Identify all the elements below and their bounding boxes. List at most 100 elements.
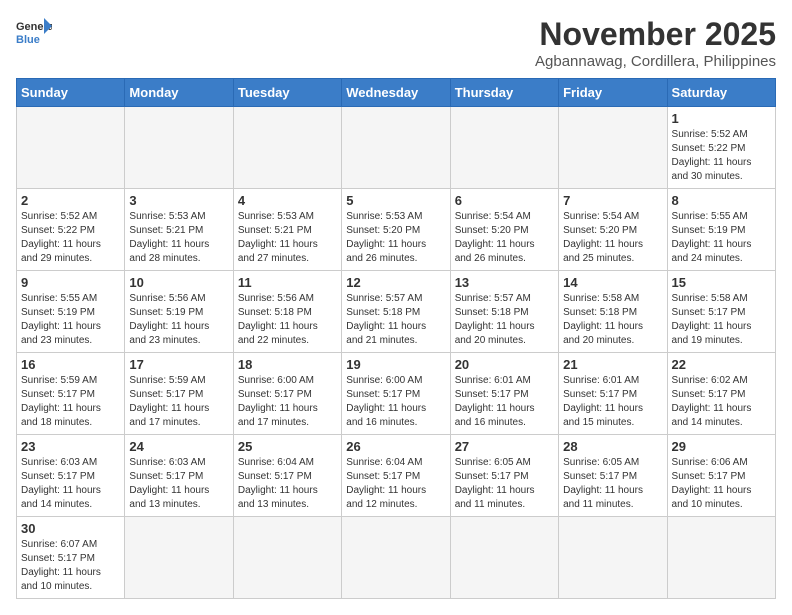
day-number: 16 bbox=[21, 357, 120, 372]
calendar-cell: 13Sunrise: 5:57 AM Sunset: 5:18 PM Dayli… bbox=[450, 271, 558, 353]
calendar-week-row: 9Sunrise: 5:55 AM Sunset: 5:19 PM Daylig… bbox=[17, 271, 776, 353]
day-info: Sunrise: 6:00 AM Sunset: 5:17 PM Dayligh… bbox=[346, 374, 445, 430]
calendar-cell: 12 Sunrise: 5:57 AM Sunset: 5:18 PM Dayli… bbox=[342, 271, 450, 353]
calendar-cell bbox=[17, 107, 125, 189]
calendar-cell: 11 Sunrise: 5:56 AM Sunset: 5:18 PM Dayli… bbox=[233, 271, 341, 353]
day-info: Sunrise: 5:53 AM Sunset: 5:20 PM Dayligh… bbox=[346, 210, 445, 266]
calendar-cell: 28 Sunrise: 6:05 AM Sunset: 5:17 PM Dayli… bbox=[559, 435, 667, 517]
calendar-cell: 14 Sunrise: 5:58 AM Sunset: 5:18 PM Dayli… bbox=[559, 271, 667, 353]
day-info: Sunrise: 5:56 AM Sunset: 5:18 PM Dayligh… bbox=[238, 292, 337, 348]
day-number: 3 bbox=[129, 193, 228, 208]
day-info: Sunrise: 6:00 AM Sunset: 5:17 PM Dayligh… bbox=[238, 374, 337, 430]
day-number: 1 bbox=[672, 111, 771, 126]
calendar-cell: 2 Sunrise: 5:52 AM Sunset: 5:22 PM Daylig… bbox=[17, 189, 125, 271]
weekday-header-friday: Friday bbox=[559, 79, 667, 107]
day-number: 22 bbox=[672, 357, 771, 372]
day-number: 6 bbox=[455, 193, 554, 208]
day-number: 23 bbox=[21, 439, 120, 454]
title-area: November 2025 Agbannawag, Cordillera, Ph… bbox=[535, 16, 776, 70]
location-subtitle: Agbannawag, Cordillera, Philippines bbox=[535, 53, 776, 70]
day-number: 18 bbox=[238, 357, 337, 372]
weekday-header-row: SundayMondayTuesdayWednesdayThursdayFrid… bbox=[17, 79, 776, 107]
calendar-week-row: 2 Sunrise: 5:52 AM Sunset: 5:22 PM Daylig… bbox=[17, 189, 776, 271]
calendar-cell: 25 Sunrise: 6:04 AM Sunset: 5:17 PM Dayli… bbox=[233, 435, 341, 517]
day-info: Sunrise: 6:04 AM Sunset: 5:17 PM Dayligh… bbox=[238, 456, 337, 512]
day-info: Sunrise: 6:05 AM Sunset: 5:17 PM Dayligh… bbox=[563, 456, 662, 512]
calendar-cell: 3 Sunrise: 5:53 AM Sunset: 5:21 PM Daylig… bbox=[125, 189, 233, 271]
day-number: 12 bbox=[346, 275, 445, 290]
day-number: 29 bbox=[672, 439, 771, 454]
day-number: 30 bbox=[21, 521, 120, 536]
day-info: Sunrise: 6:03 AM Sunset: 5:17 PM Dayligh… bbox=[129, 456, 228, 512]
day-number: 25 bbox=[238, 439, 337, 454]
day-info: Sunrise: 5:58 AM Sunset: 5:18 PM Dayligh… bbox=[563, 292, 662, 348]
calendar-cell bbox=[342, 107, 450, 189]
day-info: Sunrise: 6:04 AM Sunset: 5:17 PM Dayligh… bbox=[346, 456, 445, 512]
calendar-cell bbox=[450, 107, 558, 189]
day-number: 17 bbox=[129, 357, 228, 372]
page-header: General Blue November 2025 Agbannawag, C… bbox=[16, 16, 776, 70]
calendar-cell: 30 Sunrise: 6:07 AM Sunset: 5:17 PM Dayli… bbox=[17, 517, 125, 599]
day-number: 26 bbox=[346, 439, 445, 454]
logo: General Blue bbox=[16, 16, 52, 46]
day-number: 20 bbox=[455, 357, 554, 372]
day-info: Sunrise: 5:54 AM Sunset: 5:20 PM Dayligh… bbox=[563, 210, 662, 266]
calendar-cell bbox=[233, 107, 341, 189]
day-info: Sunrise: 6:02 AM Sunset: 5:17 PM Dayligh… bbox=[672, 374, 771, 430]
weekday-header-sunday: Sunday bbox=[17, 79, 125, 107]
day-info: Sunrise: 5:58 AM Sunset: 5:17 PM Dayligh… bbox=[672, 292, 771, 348]
day-number: 9 bbox=[21, 275, 120, 290]
weekday-header-saturday: Saturday bbox=[667, 79, 775, 107]
day-number: 13 bbox=[455, 275, 554, 290]
calendar-cell: 4Sunrise: 5:53 AM Sunset: 5:21 PM Daylig… bbox=[233, 189, 341, 271]
generalblue-logo-icon: General Blue bbox=[16, 16, 52, 46]
day-info: Sunrise: 5:57 AM Sunset: 5:18 PM Dayligh… bbox=[346, 292, 445, 348]
day-number: 14 bbox=[563, 275, 662, 290]
day-number: 2 bbox=[21, 193, 120, 208]
day-info: Sunrise: 5:55 AM Sunset: 5:19 PM Dayligh… bbox=[672, 210, 771, 266]
day-info: Sunrise: 6:07 AM Sunset: 5:17 PM Dayligh… bbox=[21, 538, 120, 594]
day-info: Sunrise: 5:53 AM Sunset: 5:21 PM Dayligh… bbox=[129, 210, 228, 266]
calendar-cell bbox=[233, 517, 341, 599]
calendar-cell: 7Sunrise: 5:54 AM Sunset: 5:20 PM Daylig… bbox=[559, 189, 667, 271]
calendar-cell: 23 Sunrise: 6:03 AM Sunset: 5:17 PM Dayli… bbox=[17, 435, 125, 517]
day-number: 8 bbox=[672, 193, 771, 208]
day-number: 27 bbox=[455, 439, 554, 454]
day-info: Sunrise: 6:01 AM Sunset: 5:17 PM Dayligh… bbox=[455, 374, 554, 430]
calendar-cell: 10 Sunrise: 5:56 AM Sunset: 5:19 PM Dayli… bbox=[125, 271, 233, 353]
calendar-cell bbox=[125, 107, 233, 189]
calendar-cell: 6 Sunrise: 5:54 AM Sunset: 5:20 PM Daylig… bbox=[450, 189, 558, 271]
calendar-cell: 21Sunrise: 6:01 AM Sunset: 5:17 PM Dayli… bbox=[559, 353, 667, 435]
day-info: Sunrise: 5:52 AM Sunset: 5:22 PM Dayligh… bbox=[21, 210, 120, 266]
calendar-cell bbox=[667, 517, 775, 599]
calendar-cell: 5 Sunrise: 5:53 AM Sunset: 5:20 PM Daylig… bbox=[342, 189, 450, 271]
calendar-cell: 18 Sunrise: 6:00 AM Sunset: 5:17 PM Dayli… bbox=[233, 353, 341, 435]
day-info: Sunrise: 5:54 AM Sunset: 5:20 PM Dayligh… bbox=[455, 210, 554, 266]
day-number: 28 bbox=[563, 439, 662, 454]
day-number: 11 bbox=[238, 275, 337, 290]
calendar-cell bbox=[559, 517, 667, 599]
calendar-week-row: 30 Sunrise: 6:07 AM Sunset: 5:17 PM Dayli… bbox=[17, 517, 776, 599]
day-info: Sunrise: 6:03 AM Sunset: 5:17 PM Dayligh… bbox=[21, 456, 120, 512]
calendar-cell: 20 Sunrise: 6:01 AM Sunset: 5:17 PM Dayli… bbox=[450, 353, 558, 435]
day-number: 5 bbox=[346, 193, 445, 208]
day-number: 24 bbox=[129, 439, 228, 454]
day-info: Sunrise: 6:05 AM Sunset: 5:17 PM Dayligh… bbox=[455, 456, 554, 512]
day-info: Sunrise: 5:59 AM Sunset: 5:17 PM Dayligh… bbox=[21, 374, 120, 430]
day-info: Sunrise: 5:56 AM Sunset: 5:19 PM Dayligh… bbox=[129, 292, 228, 348]
calendar-cell: 16 Sunrise: 5:59 AM Sunset: 5:17 PM Dayli… bbox=[17, 353, 125, 435]
weekday-header-monday: Monday bbox=[125, 79, 233, 107]
day-number: 10 bbox=[129, 275, 228, 290]
day-number: 21 bbox=[563, 357, 662, 372]
calendar-cell bbox=[450, 517, 558, 599]
calendar-cell bbox=[559, 107, 667, 189]
day-info: Sunrise: 5:52 AM Sunset: 5:22 PM Dayligh… bbox=[672, 128, 771, 184]
day-number: 19 bbox=[346, 357, 445, 372]
calendar-cell: 22 Sunrise: 6:02 AM Sunset: 5:17 PM Dayli… bbox=[667, 353, 775, 435]
calendar-week-row: 16 Sunrise: 5:59 AM Sunset: 5:17 PM Dayli… bbox=[17, 353, 776, 435]
calendar-cell: 8 Sunrise: 5:55 AM Sunset: 5:19 PM Daylig… bbox=[667, 189, 775, 271]
calendar-cell: 1 Sunrise: 5:52 AM Sunset: 5:22 PM Daylig… bbox=[667, 107, 775, 189]
calendar-cell: 29Sunrise: 6:06 AM Sunset: 5:17 PM Dayli… bbox=[667, 435, 775, 517]
svg-text:Blue: Blue bbox=[16, 34, 40, 46]
weekday-header-thursday: Thursday bbox=[450, 79, 558, 107]
